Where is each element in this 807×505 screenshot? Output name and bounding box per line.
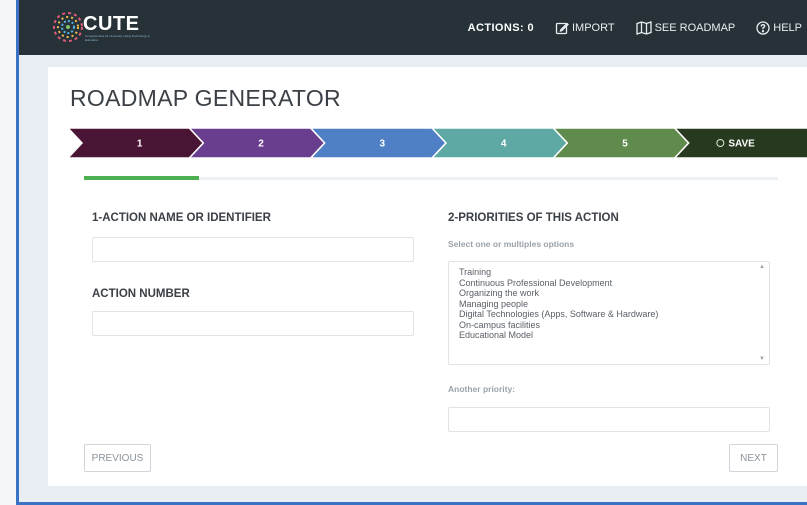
step-2-chevron[interactable] [188, 128, 326, 158]
import-button[interactable]: IMPORT [555, 21, 615, 35]
priority-option[interactable]: Training [459, 267, 759, 278]
priority-option[interactable]: Digital Technologies (Apps, Software & H… [459, 309, 759, 320]
action-name-label: 1-ACTION NAME OR IDENTIFIER [92, 212, 271, 224]
priorities-hint: Select one or multiples options [448, 239, 575, 249]
brand-tagline: Competencies for University Using Techno… [85, 34, 151, 42]
step-4-chevron[interactable] [430, 128, 569, 158]
next-button[interactable]: NEXT [729, 444, 778, 472]
priority-option[interactable]: Organizing the work [459, 288, 759, 299]
step-3-label: 3 [380, 139, 386, 150]
help-button[interactable]: HELP [756, 20, 802, 35]
step-5-label: 5 [622, 139, 628, 150]
step-wizard: 1 2 3 4 5 SAVE [68, 128, 807, 158]
step-1-chevron[interactable] [68, 128, 205, 158]
app-frame: CUTE Competencies for University Using T… [16, 0, 807, 505]
step-5-chevron[interactable] [552, 128, 690, 158]
priority-option[interactable]: Managing people [459, 299, 759, 310]
help-label: HELP [773, 21, 802, 34]
see-roadmap-label: SEE ROADMAP [654, 21, 736, 34]
action-number-input[interactable] [92, 311, 414, 336]
edit-icon [555, 22, 569, 34]
step-1-label: 1 [137, 139, 143, 150]
step-3-chevron[interactable] [309, 128, 448, 158]
brand-logo[interactable]: CUTE Competencies for University Using T… [50, 9, 170, 47]
priority-option[interactable]: Educational Model [459, 330, 759, 341]
step-6-label: SAVE [728, 139, 755, 150]
previous-button[interactable]: PREVIOUS [84, 444, 151, 472]
top-navbar: CUTE Competencies for University Using T… [19, 0, 807, 55]
scroll-up-icon[interactable]: ▲ [759, 264, 765, 270]
priority-option[interactable]: On-campus facilities [459, 320, 759, 331]
action-name-input[interactable] [92, 237, 414, 262]
map-icon [635, 20, 652, 35]
brand-name: CUTE [83, 13, 140, 35]
priorities-label: 2-PRIORITIES OF THIS ACTION [448, 212, 619, 224]
progress-bar [84, 176, 200, 180]
step-2-label: 2 [258, 139, 264, 150]
priorities-listbox[interactable]: Training Continuous Professional Developm… [448, 261, 770, 365]
scroll-down-icon[interactable]: ▼ [759, 356, 765, 362]
question-circle-icon [756, 20, 770, 35]
roadmap-generator-panel: ROADMAP GENERATOR 1 2 3 4 5 SAVE 1-ACTION NAM… [48, 67, 807, 486]
cute-logo-icon [53, 12, 83, 42]
step-4-label: 4 [501, 139, 507, 150]
see-roadmap-button[interactable]: SEE ROADMAP [635, 20, 736, 35]
priority-option[interactable]: Continuous Professional Development [459, 278, 759, 289]
action-number-label: ACTION NUMBER [92, 288, 190, 300]
nav-menu: ACTIONS: 0 IMPORT SEE ROADMAP HELP [447, 0, 802, 55]
actions-counter[interactable]: ACTIONS: 0 [468, 22, 534, 34]
actions-count-label: ACTIONS: 0 [467, 21, 534, 34]
page-title: ROADMAP GENERATOR [70, 85, 341, 111]
another-priority-input[interactable] [448, 407, 770, 432]
another-priority-label: Another priority: [448, 384, 516, 394]
import-label: IMPORT [571, 21, 615, 34]
